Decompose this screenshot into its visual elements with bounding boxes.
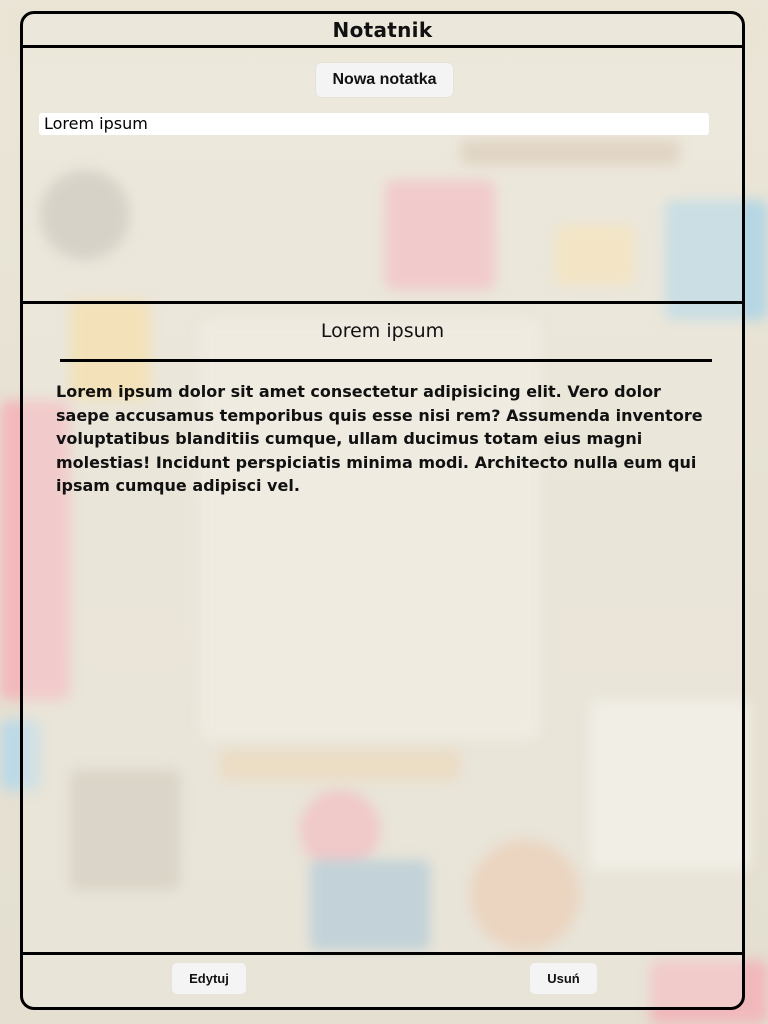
notepad-window: Notatnik Nowa notatka Lorem ipsum Lorem …: [20, 11, 745, 1010]
note-list-item[interactable]: Lorem ipsum: [39, 113, 709, 135]
note-body: Lorem ipsum dolor sit amet consectetur a…: [56, 382, 703, 495]
footer-bar: Edytuj Usuń: [23, 952, 742, 1007]
note-title-divider: [60, 359, 712, 362]
title-bar: Notatnik: [23, 14, 742, 48]
app-title: Notatnik: [332, 17, 433, 42]
note-title: Lorem ipsum: [320, 320, 445, 342]
notes-list-panel: Nowa notatka Lorem ipsum: [23, 48, 742, 304]
note-view-panel: Lorem ipsum Lorem ipsum dolor sit amet c…: [23, 304, 742, 959]
delete-button[interactable]: Usuń: [530, 963, 597, 994]
edit-button[interactable]: Edytuj: [172, 963, 246, 994]
new-note-button[interactable]: Nowa notatka: [316, 63, 453, 97]
